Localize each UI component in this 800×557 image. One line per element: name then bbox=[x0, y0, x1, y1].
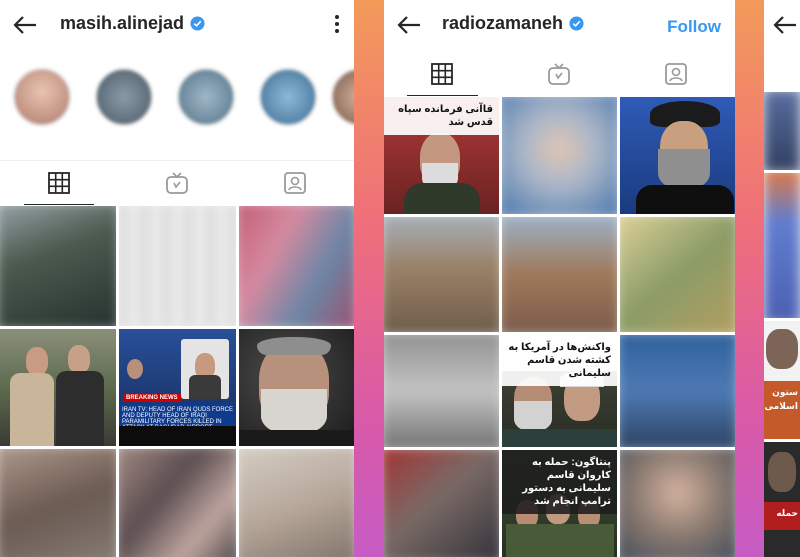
post-thumbnail[interactable] bbox=[119, 206, 236, 326]
post-thumbnail[interactable] bbox=[620, 217, 735, 332]
username-text: radiozamaneh bbox=[442, 13, 564, 33]
highlight-cover bbox=[177, 68, 235, 126]
tab-grid[interactable] bbox=[0, 161, 118, 205]
verified-badge-icon bbox=[569, 16, 584, 31]
tab-tagged[interactable] bbox=[236, 161, 354, 205]
post-thumbnail[interactable]: قاآنی فرمانده سپاه قدس شد bbox=[384, 97, 499, 214]
follow-button[interactable]: Follow bbox=[667, 17, 721, 37]
post-thumbnail[interactable] bbox=[0, 449, 116, 557]
post-thumbnail[interactable] bbox=[764, 173, 800, 318]
post-title: واکنش‌ها در آمریکا به کشته شدن قاسم سلیم… bbox=[502, 335, 617, 386]
post-thumbnail[interactable]: واکنش‌ها در آمریکا به کشته شدن قاسم سلیم… bbox=[502, 335, 617, 447]
tagged-icon bbox=[665, 63, 688, 85]
igtv-icon bbox=[165, 172, 188, 194]
username-text: masih.alinejad bbox=[60, 13, 185, 33]
post-thumbnail[interactable] bbox=[119, 449, 236, 557]
more-options-icon[interactable] bbox=[334, 14, 340, 34]
instagram-profile-masih: masih.alinejad BREAKING NEWS IRAN TV: HE… bbox=[0, 0, 354, 557]
post-title: قاآنی فرمانده سپاه قدس شد bbox=[384, 97, 499, 135]
igtv-icon bbox=[548, 63, 571, 85]
profile-tabs bbox=[0, 160, 354, 205]
tagged-icon bbox=[283, 172, 306, 194]
tab-igtv[interactable] bbox=[501, 52, 618, 96]
post-thumbnail[interactable] bbox=[0, 329, 116, 446]
profile-tabs bbox=[384, 52, 735, 96]
back-arrow-icon[interactable] bbox=[772, 14, 798, 36]
highlight-cover bbox=[13, 68, 71, 126]
post-thumbnail[interactable] bbox=[502, 97, 617, 214]
tab-tagged[interactable] bbox=[618, 52, 735, 96]
post-thumbnail[interactable] bbox=[384, 335, 499, 447]
news-ticker: IRAN TV: HEAD OF IRAN QUDS FORCE AND DEP… bbox=[119, 404, 236, 431]
instagram-profile-partial: ستون اسلامی حمله bbox=[764, 0, 800, 557]
post-thumbnail[interactable]: پنتاگون: حمله به کاروان قاسم سلیمانی به … bbox=[502, 450, 617, 557]
highlight-cover bbox=[259, 68, 317, 126]
post-thumbnail[interactable] bbox=[620, 97, 735, 214]
post-thumbnail[interactable] bbox=[620, 450, 735, 557]
profile-username: radiozamaneh bbox=[442, 13, 584, 34]
tab-igtv[interactable] bbox=[118, 161, 236, 205]
highlight-item[interactable] bbox=[94, 68, 154, 132]
profile-username: masih.alinejad bbox=[60, 13, 205, 34]
post-title: حمله bbox=[776, 508, 798, 518]
post-title: پنتاگون: حمله به کاروان قاسم سلیمانی به … bbox=[502, 450, 617, 514]
post-thumbnail[interactable] bbox=[384, 217, 499, 332]
post-thumbnail[interactable] bbox=[239, 329, 354, 446]
post-thumbnail[interactable] bbox=[239, 206, 354, 326]
story-highlights bbox=[0, 68, 354, 153]
highlight-item[interactable] bbox=[330, 68, 354, 132]
verified-badge-icon bbox=[190, 16, 205, 31]
highlight-item[interactable] bbox=[12, 68, 72, 132]
highlight-item[interactable] bbox=[176, 68, 236, 132]
post-thumbnail[interactable] bbox=[384, 450, 499, 557]
back-arrow-icon[interactable] bbox=[12, 14, 38, 36]
post-thumbnail[interactable] bbox=[764, 92, 800, 170]
post-thumbnail[interactable]: ستون اسلامی bbox=[764, 321, 800, 439]
post-thumbnail[interactable]: BREAKING NEWS IRAN TV: HEAD OF IRAN QUDS… bbox=[119, 329, 236, 446]
back-arrow-icon[interactable] bbox=[396, 14, 422, 36]
highlight-cover bbox=[95, 68, 153, 126]
breaking-news-label: BREAKING NEWS bbox=[123, 394, 181, 402]
instagram-profile-radiozamaneh: radiozamaneh Follow قاآنی فرمانده سپاه ق… bbox=[384, 0, 735, 557]
highlight-item[interactable] bbox=[258, 68, 318, 132]
grid-icon bbox=[431, 63, 454, 85]
post-thumbnail[interactable]: حمله bbox=[764, 442, 800, 557]
grid-icon bbox=[48, 172, 70, 194]
highlight-cover bbox=[331, 68, 354, 126]
post-thumbnail[interactable] bbox=[0, 206, 116, 326]
post-thumbnail[interactable] bbox=[620, 335, 735, 447]
post-thumbnail[interactable] bbox=[502, 217, 617, 332]
post-title: ستون bbox=[772, 387, 798, 397]
tab-grid[interactable] bbox=[384, 52, 501, 96]
post-title: اسلامی bbox=[764, 401, 798, 411]
post-thumbnail[interactable] bbox=[239, 449, 354, 557]
